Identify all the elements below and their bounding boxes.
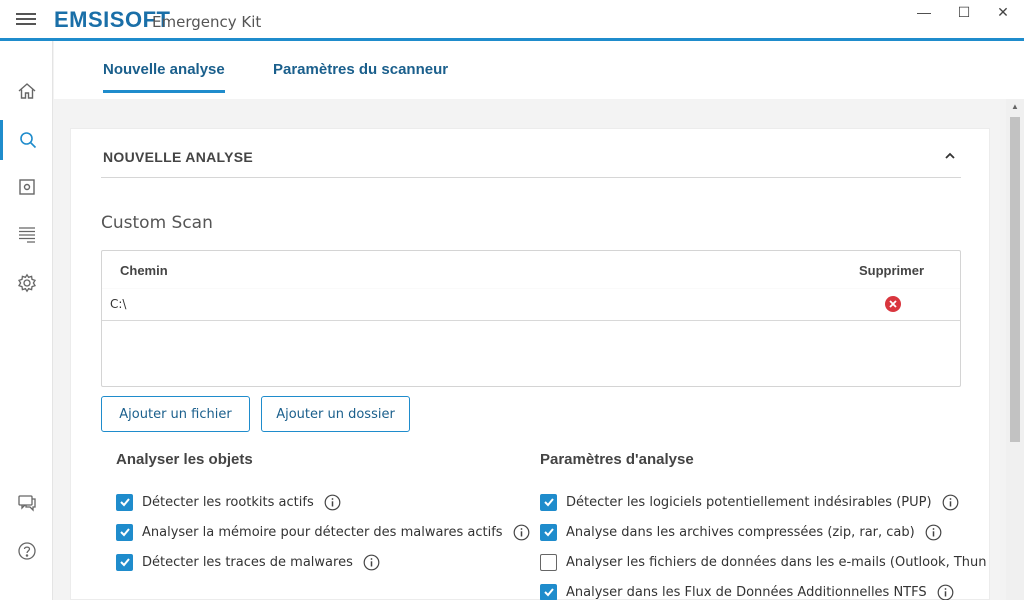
quarantine-icon (18, 179, 35, 195)
title-bar: EMSISOFT Emergency Kit — ☐ ✕ (0, 0, 1024, 41)
option-label: Détecter les logiciels potentiellement i… (566, 494, 932, 510)
option-traces: Détecter les traces de malwares (116, 552, 380, 572)
emails-checkbox[interactable] (540, 553, 557, 571)
info-icon[interactable] (513, 524, 530, 541)
tab-scanner-settings[interactable]: Paramètres du scanneur (273, 61, 448, 78)
option-label: Analyser la mémoire pour détecter des ma… (142, 524, 503, 540)
chat-icon (17, 495, 36, 512)
path-table: Chemin Supprimer C:\ (101, 250, 961, 387)
sidebar-item-quarantine[interactable] (0, 167, 53, 207)
option-pup: Détecter les logiciels potentiellement i… (540, 492, 959, 512)
option-archives: Analyse dans les archives compressées (z… (540, 522, 942, 542)
sidebar-item-settings[interactable] (0, 263, 53, 303)
option-emails: Analyser les fichiers de données dans le… (540, 552, 987, 572)
option-label: Détecter les rootkits actifs (142, 494, 314, 510)
table-row[interactable]: C:\ (102, 288, 960, 321)
help-icon (17, 542, 36, 560)
option-label: Analyser les fichiers de données dans le… (566, 554, 987, 570)
tab-bar: Nouvelle analyse Paramètres du scanneur (54, 41, 1024, 99)
pup-checkbox[interactable] (540, 493, 557, 511)
tab-new-scan[interactable]: Nouvelle analyse (103, 61, 225, 93)
option-label: Détecter les traces de malwares (142, 554, 353, 570)
archives-checkbox[interactable] (540, 523, 557, 541)
option-label: Analyse dans les archives compressées (z… (566, 524, 915, 540)
panel-divider (101, 177, 961, 178)
column-header-path: Chemin (120, 263, 168, 278)
home-icon (18, 83, 35, 99)
ads-checkbox[interactable] (540, 583, 557, 600)
info-icon[interactable] (937, 584, 954, 600)
logs-icon (18, 227, 35, 243)
minimize-button[interactable]: — (906, 4, 942, 24)
column-header-delete: Supprimer (859, 263, 925, 278)
sidebar-item-logs[interactable] (0, 214, 53, 254)
delete-icon[interactable] (884, 295, 902, 313)
option-ads: Analyser dans les Flux de Données Additi… (540, 582, 954, 600)
option-memory: Analyser la mémoire pour détecter des ma… (116, 522, 530, 542)
info-icon[interactable] (363, 554, 380, 571)
sidebar-item-support[interactable] (0, 483, 53, 523)
menu-icon[interactable] (16, 13, 36, 27)
objects-section-title: Analyser les objets (116, 451, 253, 468)
app-subtitle: Emergency Kit (152, 13, 262, 31)
new-scan-panel: NOUVELLE ANALYSE Custom Scan Chemin Supp… (70, 128, 990, 600)
sidebar-item-help[interactable] (0, 531, 53, 571)
sidebar-item-home[interactable] (0, 71, 53, 111)
option-rootkits: Détecter les rootkits actifs (116, 492, 341, 512)
traces-checkbox[interactable] (116, 553, 133, 571)
search-icon (20, 132, 37, 149)
path-cell: C:\ (110, 297, 127, 311)
info-icon[interactable] (324, 494, 341, 511)
sidebar (0, 41, 53, 600)
scroll-up-icon[interactable]: ▲ (1010, 102, 1020, 114)
vertical-scrollbar[interactable]: ▲ (1006, 99, 1024, 600)
info-icon[interactable] (925, 524, 942, 541)
chevron-up-icon[interactable] (943, 149, 957, 163)
rootkits-checkbox[interactable] (116, 493, 133, 511)
memory-checkbox[interactable] (116, 523, 133, 541)
add-folder-button[interactable]: Ajouter un dossier (261, 396, 410, 432)
scan-name: Custom Scan (101, 213, 213, 233)
params-section-title: Paramètres d'analyse (540, 451, 694, 468)
sidebar-item-scan[interactable] (0, 120, 53, 160)
add-file-button[interactable]: Ajouter un fichier (101, 396, 250, 432)
panel-title: NOUVELLE ANALYSE (103, 149, 254, 165)
option-label: Analyser dans les Flux de Données Additi… (566, 584, 927, 600)
gear-icon (17, 273, 36, 293)
close-button[interactable]: ✕ (985, 4, 1021, 24)
scroll-thumb[interactable] (1010, 117, 1020, 442)
info-icon[interactable] (942, 494, 959, 511)
maximize-button[interactable]: ☐ (946, 4, 982, 24)
